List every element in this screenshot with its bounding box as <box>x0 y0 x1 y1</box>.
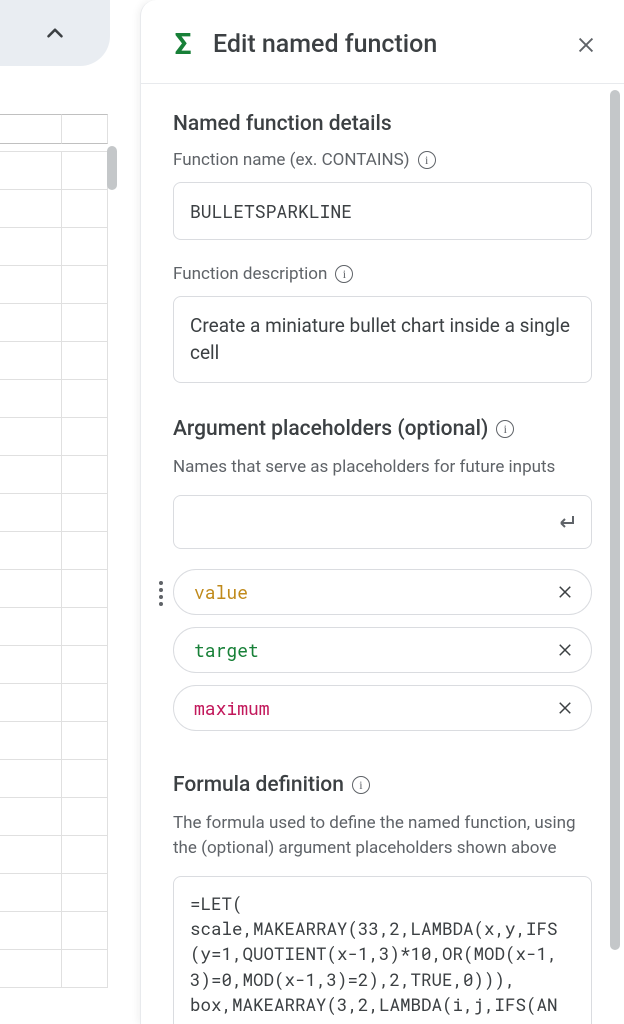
enter-icon <box>554 510 578 534</box>
args-section-title-row: Argument placeholders (optional) i <box>173 417 592 441</box>
close-icon <box>575 34 597 56</box>
argument-chip[interactable]: maximum <box>173 685 592 731</box>
remove-argument-button[interactable] <box>553 580 577 604</box>
function-name-label: Function name (ex. CONTAINS) i <box>173 150 592 170</box>
remove-argument-button[interactable] <box>553 696 577 720</box>
argument-chip[interactable]: target <box>173 627 592 673</box>
close-icon <box>556 641 574 659</box>
formula-helper-text: The formula used to define the named fun… <box>173 811 592 862</box>
info-icon[interactable]: i <box>352 776 370 794</box>
function-name-input[interactable] <box>173 182 592 240</box>
grid-vertical-scrollbar[interactable] <box>107 146 117 190</box>
function-desc-label: Function description i <box>173 264 592 284</box>
remove-argument-button[interactable] <box>553 638 577 662</box>
argument-chip-label: value <box>194 580 248 604</box>
function-desc-label-text: Function description <box>173 264 327 284</box>
info-icon[interactable]: i <box>335 265 353 283</box>
chevron-up-icon <box>42 20 68 46</box>
close-icon <box>556 583 574 601</box>
sigma-icon: Σ <box>169 31 197 59</box>
function-name-label-text: Function name (ex. CONTAINS) <box>173 150 410 170</box>
drag-handle-icon[interactable] <box>155 581 167 606</box>
function-desc-input[interactable]: Create a miniature bullet chart inside a… <box>173 296 592 383</box>
panel-header: Σ Edit named function <box>141 0 624 84</box>
args-section-title: Argument placeholders (optional) <box>173 417 488 441</box>
info-icon[interactable]: i <box>496 420 514 438</box>
formula-section-title: Formula definition <box>173 773 344 797</box>
argument-chip-label: target <box>194 638 259 662</box>
info-icon[interactable]: i <box>418 151 436 169</box>
argument-chip-label: maximum <box>194 696 270 720</box>
collapse-toolbar[interactable] <box>0 0 110 66</box>
panel-body: Named function details Function name (ex… <box>141 84 624 1024</box>
close-button[interactable] <box>572 31 600 59</box>
named-function-panel: Σ Edit named function Named function det… <box>140 0 624 1024</box>
formula-input[interactable]: =LET( scale,MAKEARRAY(33,2,LAMBDA(x,y,IF… <box>173 876 592 1024</box>
close-icon <box>556 699 574 717</box>
spreadsheet-background <box>0 0 140 1024</box>
panel-title: Edit named function <box>213 30 556 59</box>
argument-chip[interactable]: value <box>173 569 592 615</box>
formula-section-title-row: Formula definition i <box>173 773 592 797</box>
panel-vertical-scrollbar[interactable] <box>610 90 620 950</box>
details-section-title: Named function details <box>173 112 592 136</box>
new-argument-input[interactable] <box>173 495 592 549</box>
spreadsheet-grid[interactable] <box>0 114 108 988</box>
args-helper-text: Names that serve as placeholders for fut… <box>173 455 592 481</box>
